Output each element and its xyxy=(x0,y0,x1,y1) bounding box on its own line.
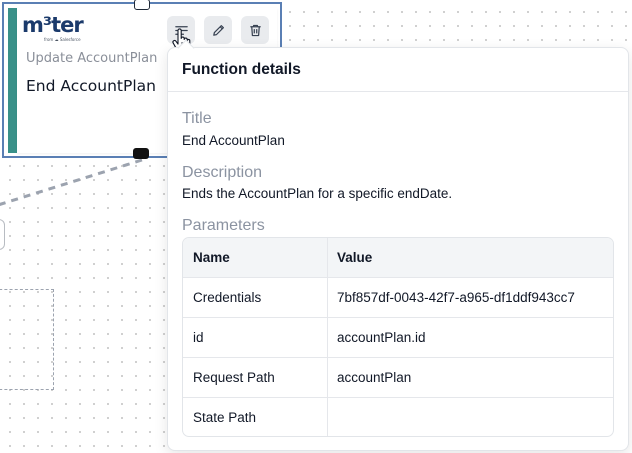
title-label: Title xyxy=(182,110,212,127)
parameters-label: Parameters xyxy=(182,217,265,234)
delete-button[interactable] xyxy=(241,16,269,44)
description-label: Description xyxy=(182,164,263,181)
param-value: 7bf857df-0043-42f7-a965-df1ddf943cc7 xyxy=(337,290,575,305)
flow-node-partial[interactable] xyxy=(0,219,5,250)
title-value: End AccountPlan xyxy=(182,133,285,148)
column-header-value: Value xyxy=(337,250,373,265)
trash-icon xyxy=(249,24,261,36)
logo-subtext: from ☁ Salesforce xyxy=(44,37,81,42)
column-header-name: Name xyxy=(193,250,230,265)
table-header-row: Name Value xyxy=(183,238,613,278)
param-name: Credentials xyxy=(193,290,262,305)
table-row: id accountPlan.id xyxy=(183,318,613,358)
parameters-table: Name Value Credentials 7bf857df-0043-42f… xyxy=(182,237,614,437)
column-divider xyxy=(327,238,328,436)
param-name: Request Path xyxy=(193,370,275,385)
card-title: End AccountPlan xyxy=(26,77,156,95)
card-subtitle: Update AccountPlan xyxy=(26,51,158,66)
card-top-handle[interactable] xyxy=(134,0,150,10)
table-row: Credentials 7bf857df-0043-42f7-a965-df1d… xyxy=(183,278,613,318)
table-row: State Path xyxy=(183,398,613,436)
logo-wordmark: m³ter xyxy=(22,13,84,37)
table-row: Request Path accountPlan xyxy=(183,358,613,398)
edit-button[interactable] xyxy=(204,16,232,44)
popover-header: Function details xyxy=(168,48,628,92)
param-name: State Path xyxy=(193,410,257,425)
popover-title: Function details xyxy=(182,61,301,78)
m3ter-logo: m³ter from ☁ Salesforce xyxy=(22,14,86,44)
param-name: id xyxy=(193,330,204,345)
card-bottom-handle[interactable] xyxy=(133,148,149,159)
pencil-icon xyxy=(212,24,224,36)
param-value: accountPlan.id xyxy=(337,330,426,345)
param-value: accountPlan xyxy=(337,370,412,385)
function-details-popover: Function details Title End AccountPlan D… xyxy=(167,39,629,451)
description-value: Ends the AccountPlan for a specific endD… xyxy=(182,186,453,201)
card-accent-bar xyxy=(8,8,17,153)
flow-dropzone[interactable] xyxy=(0,289,54,390)
